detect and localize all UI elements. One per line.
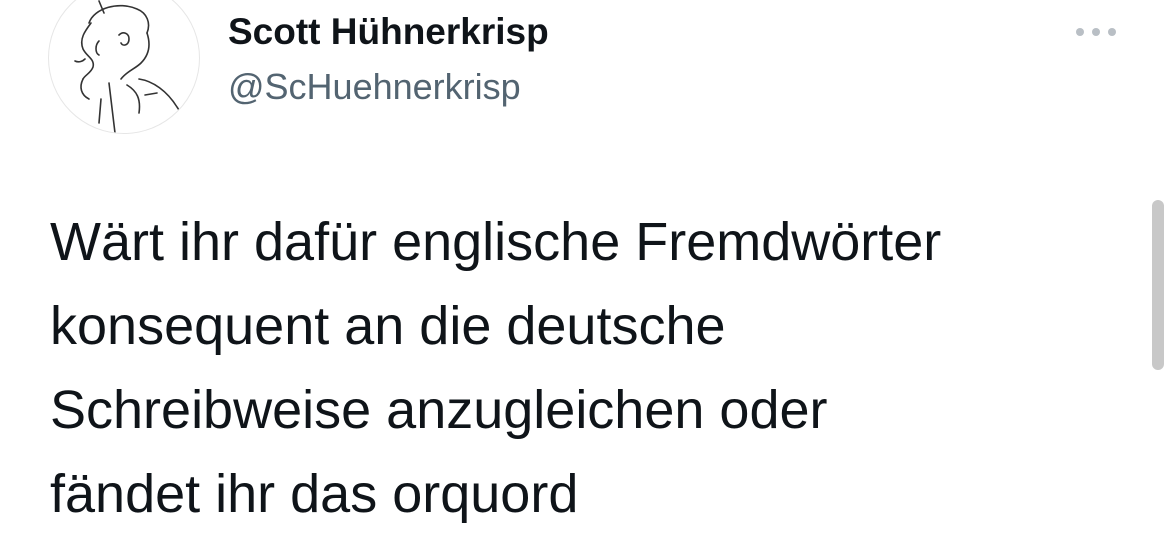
tweet-text-line: Wärt ihr dafür englische Fremdwörter	[50, 212, 942, 272]
more-options-icon	[1076, 28, 1116, 36]
tweet-card: Scott Hühnerkrisp @ScHuehnerkrisp Wärt i…	[0, 0, 1170, 533]
avatar[interactable]	[48, 0, 200, 134]
author-handle[interactable]: @ScHuehnerkrisp	[228, 64, 521, 110]
more-options-button[interactable]	[1068, 16, 1124, 48]
sketch-portrait-icon	[74, 0, 190, 133]
tweet-text-line: Schreibweise anzugleichen oder	[50, 380, 828, 440]
tweet-text: Wärt ihr dafür englische Fremdwörter kon…	[50, 200, 1130, 536]
tweet-text-line: fändet ihr das orquord	[50, 464, 579, 524]
tweet-text-line: konsequent an die deutsche	[50, 296, 726, 356]
scrollbar[interactable]	[1152, 200, 1164, 370]
author-display-name[interactable]: Scott Hühnerkrisp	[228, 8, 549, 56]
